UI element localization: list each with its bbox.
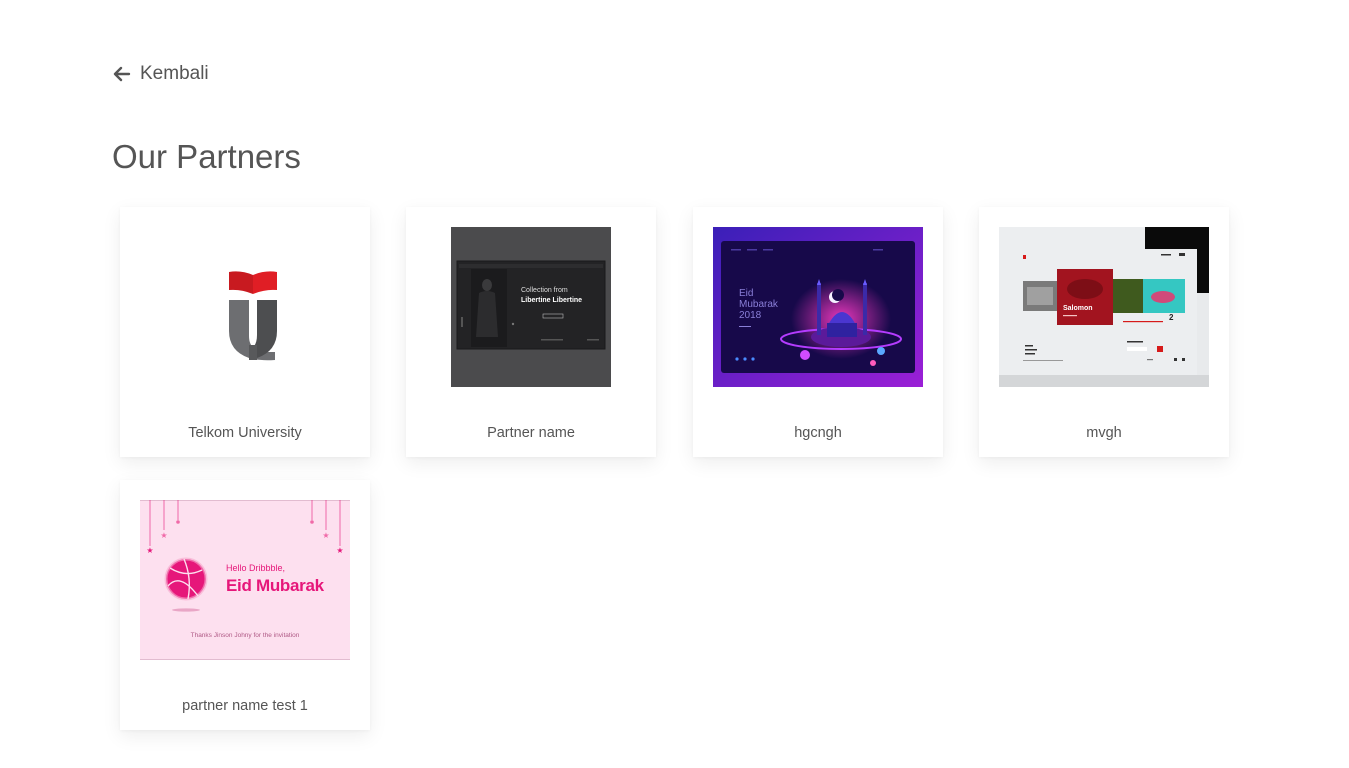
partner-card-partner-name-test-1[interactable]: ★ ★ ★ ★ Hello Dribbble, Eid Mubarak Than… [120,480,370,730]
svg-text:★: ★ [336,546,343,555]
thumb-subhead: Libertine Libertine [521,297,583,304]
partner-logo-telkom [165,227,325,387]
thumb-line1: Eid [739,288,754,299]
arrow-left-icon [113,66,131,82]
thumb-line3: 2018 [739,310,762,321]
partner-image: Eid Mubarak 2018 [713,227,923,387]
back-link[interactable]: Kembali [112,63,209,85]
partner-image: Collection from Libertine Libertine [451,227,611,387]
thumb-line2: Mubarak [739,299,778,310]
thumb-greeting: Hello Dribbble, [226,563,286,573]
partner-name: mvgh [1086,425,1122,441]
thumb-headline: Eid Mubarak [226,576,324,595]
partner-image: Salomon 2 [999,227,1209,387]
thumb-brand: Salomon [1063,305,1093,312]
partner-name: Telkom University [188,425,302,441]
thumb-thanks: Thanks Jinson Johny for the invitation [190,632,300,639]
partner-card-partner-name[interactable]: Collection from Libertine Libertine Part… [406,207,656,457]
partner-card-hgcngh[interactable]: Eid Mubarak 2018 hgcngh [693,207,943,457]
partner-name: hgcngh [794,425,842,441]
back-label: Kembali [140,63,209,84]
svg-text:★: ★ [146,546,153,555]
svg-text:★: ★ [160,531,167,540]
thumb-headline: Collection from [521,287,568,294]
partner-card-telkom-university[interactable]: Telkom University [120,207,370,457]
partner-card-mvgh[interactable]: Salomon 2 mvgh [979,207,1229,457]
svg-text:★: ★ [322,531,329,540]
partner-name: Partner name [487,425,575,441]
thumb-number: 2 [1169,313,1174,322]
partner-name: partner name test 1 [182,698,308,714]
page-title: Our Partners [112,138,301,175]
partner-image: ★ ★ ★ ★ Hello Dribbble, Eid Mubarak Than… [140,500,350,660]
